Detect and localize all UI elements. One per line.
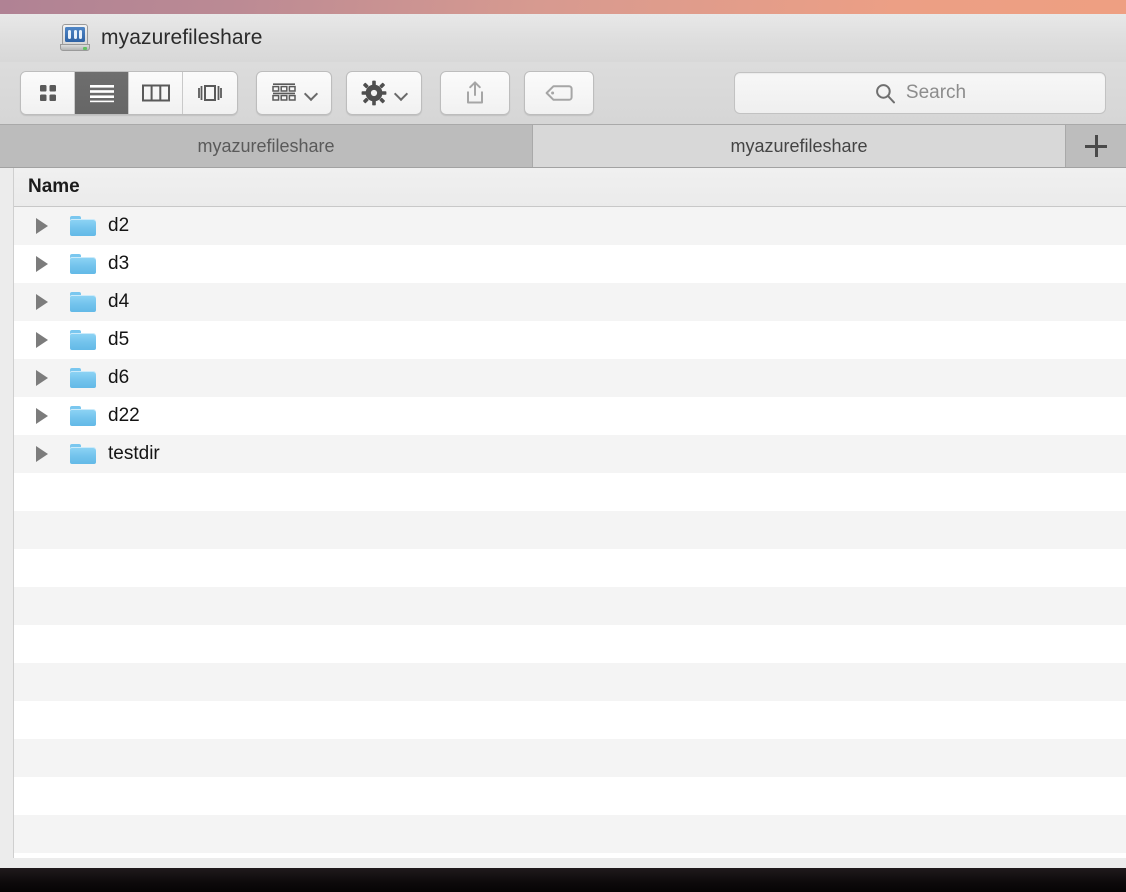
column-header-name[interactable]: Name [28, 176, 80, 198]
column-header-row: Name [14, 168, 1126, 207]
tags-button[interactable] [524, 71, 594, 115]
folder-icon [70, 330, 96, 350]
table-row[interactable]: d2 [14, 207, 1126, 245]
columns-icon [142, 83, 170, 103]
tag-icon [544, 83, 574, 103]
window-title-group: myazurefileshare [60, 24, 263, 52]
file-name: d5 [108, 329, 129, 351]
file-name: d4 [108, 291, 129, 313]
share-icon [463, 80, 487, 106]
disclosure-triangle-icon[interactable] [36, 370, 48, 386]
folder-icon [70, 368, 96, 388]
disclosure-triangle-icon[interactable] [36, 332, 48, 348]
file-list-panel: Name d2 d3 d4 d5 [13, 168, 1126, 858]
chevron-down-icon [305, 89, 318, 97]
table-row[interactable]: d22 [14, 397, 1126, 435]
table-row[interactable]: d6 [14, 359, 1126, 397]
action-button[interactable] [346, 71, 422, 115]
tab-myazurefileshare-2[interactable]: myazurefileshare [533, 125, 1066, 167]
desktop-background-bottom [0, 868, 1126, 892]
folder-icon [70, 406, 96, 426]
search-input[interactable]: Search [906, 82, 966, 104]
empty-row [14, 473, 1126, 511]
arrange-grid-icon [271, 82, 297, 104]
coverflow-icon [195, 83, 225, 103]
new-tab-button[interactable] [1066, 125, 1126, 167]
disclosure-triangle-icon[interactable] [36, 256, 48, 272]
folder-icon [70, 444, 96, 464]
chevron-down-icon [395, 89, 408, 97]
coverflow-view-button[interactable] [183, 72, 237, 114]
empty-row [14, 739, 1126, 777]
tab-label: myazurefileshare [197, 136, 334, 157]
file-name: d22 [108, 405, 140, 427]
plus-icon [1085, 135, 1107, 157]
empty-row [14, 625, 1126, 663]
disclosure-triangle-icon[interactable] [36, 408, 48, 424]
tab-myazurefileshare-1[interactable]: myazurefileshare [0, 125, 533, 167]
table-row[interactable]: d4 [14, 283, 1126, 321]
table-row[interactable]: testdir [14, 435, 1126, 473]
search-icon [874, 82, 896, 104]
file-name: d6 [108, 367, 129, 389]
grid-icon [37, 82, 59, 104]
tab-bar: myazurefileshare myazurefileshare [0, 124, 1126, 168]
window-titlebar: myazurefileshare [0, 14, 1126, 62]
folder-icon [70, 292, 96, 312]
empty-row [14, 701, 1126, 739]
disclosure-triangle-icon[interactable] [36, 218, 48, 234]
empty-row [14, 663, 1126, 701]
list-icon [89, 83, 115, 103]
folder-icon [70, 254, 96, 274]
disclosure-triangle-icon[interactable] [36, 446, 48, 462]
disclosure-triangle-icon[interactable] [36, 294, 48, 310]
gear-icon [361, 80, 387, 106]
network-drive-icon [60, 24, 90, 52]
empty-row [14, 777, 1126, 815]
finder-window: myazurefileshare [0, 14, 1126, 868]
tab-label: myazurefileshare [730, 136, 867, 157]
list-view-button[interactable] [75, 72, 129, 114]
arrange-button[interactable] [256, 71, 332, 115]
search-field[interactable]: Search [734, 72, 1106, 114]
view-mode-segmented-control[interactable] [20, 71, 238, 115]
column-view-button[interactable] [129, 72, 183, 114]
page-title: myazurefileshare [101, 26, 263, 50]
empty-row [14, 853, 1126, 858]
table-row[interactable]: d5 [14, 321, 1126, 359]
toolbar: Search [0, 62, 1126, 124]
file-name: testdir [108, 443, 160, 465]
icon-view-button[interactable] [21, 72, 75, 114]
empty-row [14, 549, 1126, 587]
file-name: d2 [108, 215, 129, 237]
empty-row [14, 511, 1126, 549]
empty-row [14, 587, 1126, 625]
share-button[interactable] [440, 71, 510, 115]
folder-icon [70, 216, 96, 236]
empty-row [14, 815, 1126, 853]
table-row[interactable]: d3 [14, 245, 1126, 283]
file-name: d3 [108, 253, 129, 275]
file-list-rows: d2 d3 d4 d5 d6 [14, 207, 1126, 858]
